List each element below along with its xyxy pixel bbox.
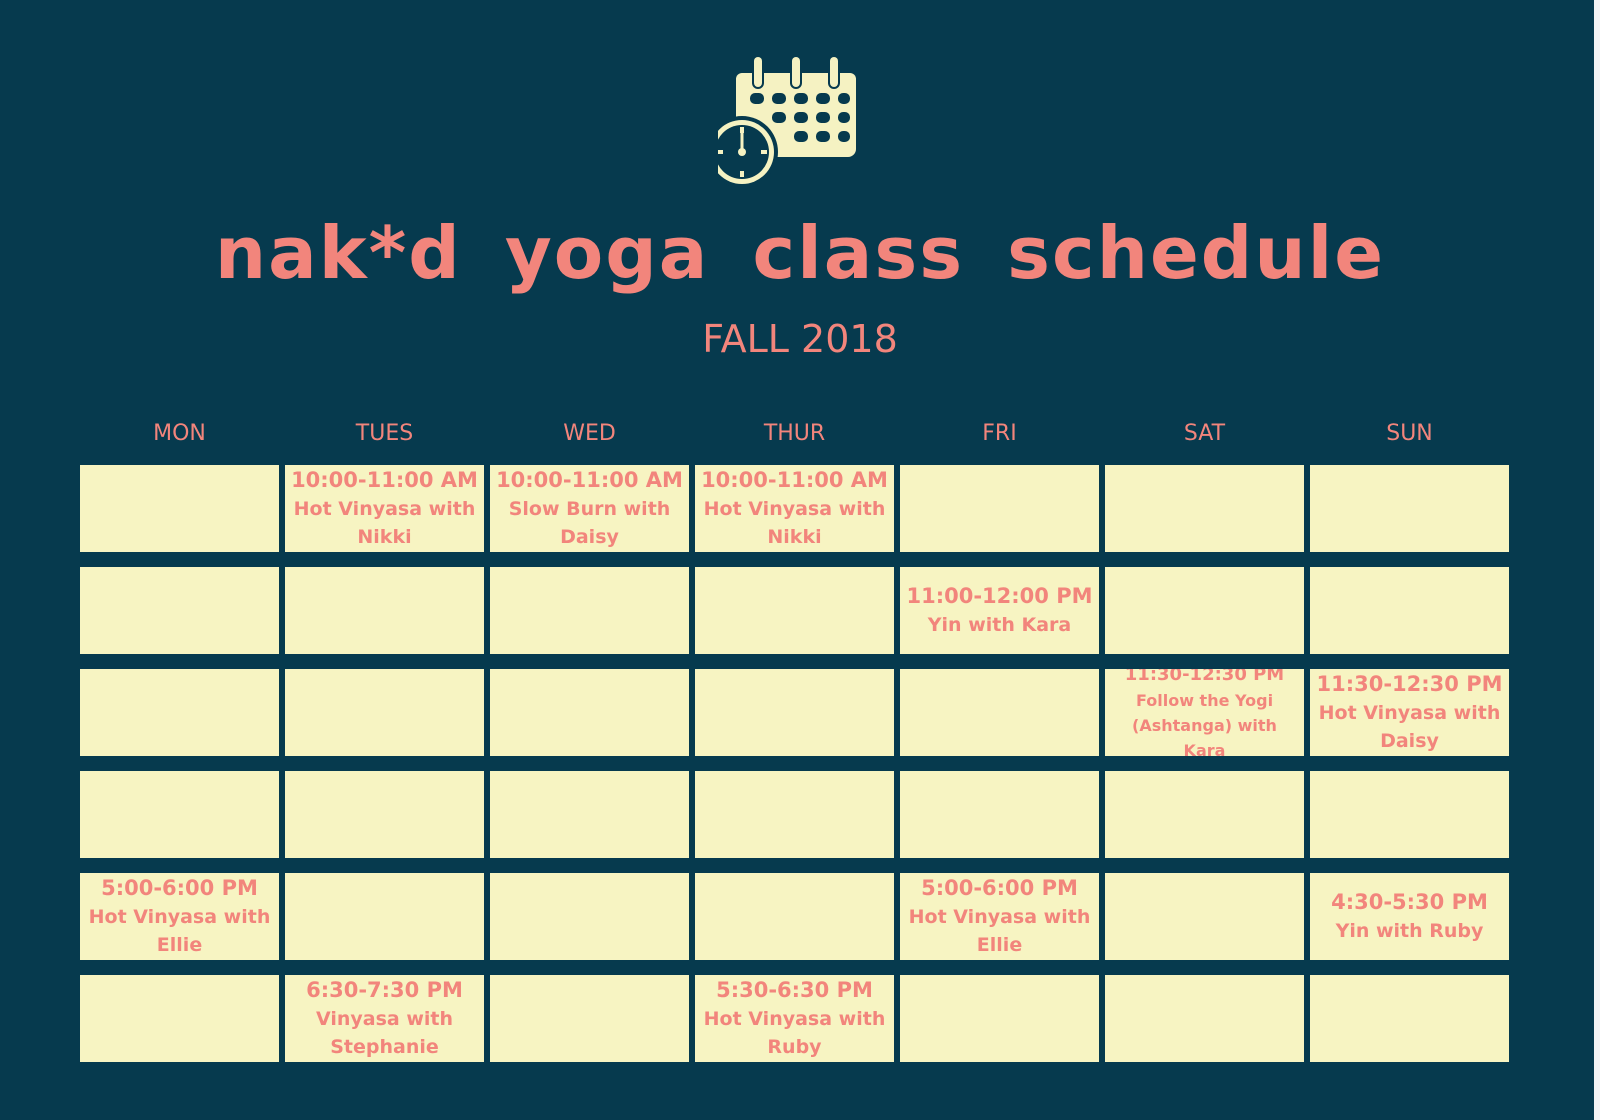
schedule-grid: 10:00-11:00 AM Hot Vinyasa with Nikki 10:0… [80, 465, 1509, 1062]
schedule-cell-mon-row-6 [80, 975, 279, 1062]
class-time: 4:30-5:30 PM [1331, 890, 1488, 914]
class-name: Hot Vinyasa with Nikki [293, 498, 476, 548]
class-time: 5:30-6:30 PM [716, 978, 873, 1002]
class-name: Hot Vinyasa with Daisy [1318, 702, 1501, 752]
day-header-mon: MON [153, 421, 206, 446]
class-name: Slow Burn with Daisy [508, 498, 671, 548]
class-name: Hot Vinyasa with Ellie [908, 906, 1091, 956]
schedule-cell-sun-row-2 [1310, 567, 1509, 654]
schedule-cell-mon-row-1 [80, 465, 279, 552]
schedule-cell-wed-row-3 [490, 669, 689, 756]
schedule-cell-wed-row-4 [490, 771, 689, 858]
schedule-cell-wed-row-6 [490, 975, 689, 1062]
schedule-cell-wed-row-2 [490, 567, 689, 654]
schedule-cell-sun-row-3: 11:30-12:30 PM Hot Vinyasa with Daisy [1310, 669, 1509, 756]
schedule-cell-sun-row-6 [1310, 975, 1509, 1062]
class-name: Follow the Yogi (Ashtanga) with Kara [1132, 691, 1277, 756]
class-name: Yin with Kara [927, 614, 1072, 636]
schedule-cell-tues-row-2 [285, 567, 484, 654]
schedule-cell-tues-row-1: 10:00-11:00 AM Hot Vinyasa with Nikki [285, 465, 484, 552]
schedule-cell-thur-row-1: 10:00-11:00 AM Hot Vinyasa with Nikki [695, 465, 894, 552]
class-time: 6:30-7:30 PM [306, 978, 463, 1002]
class-name: Hot Vinyasa with Ruby [703, 1008, 886, 1058]
class-time: 10:00-11:00 AM [701, 468, 888, 492]
schedule-cell-mon-row-4 [80, 771, 279, 858]
class-name: Vinyasa with Stephanie [315, 1008, 454, 1058]
schedule-cell-thur-row-6: 5:30-6:30 PM Hot Vinyasa with Ruby [695, 975, 894, 1062]
schedule-cell-sat-row-4 [1105, 771, 1304, 858]
schedule-cell-thur-row-3 [695, 669, 894, 756]
schedule-cell-sun-row-1 [1310, 465, 1509, 552]
page-subtitle: FALL 2018 [702, 317, 898, 361]
schedule-cell-fri-row-1 [900, 465, 1099, 552]
class-time: 5:00-6:00 PM [921, 876, 1078, 900]
schedule-cell-mon-row-2 [80, 567, 279, 654]
schedule-cell-sun-row-5: 4:30-5:30 PM Yin with Ruby [1310, 873, 1509, 960]
class-name: Yin with Ruby [1335, 920, 1484, 942]
schedule-cell-wed-row-5 [490, 873, 689, 960]
calendar-clock-icon [706, 55, 878, 195]
schedule-cell-sun-row-4 [1310, 771, 1509, 858]
schedule-cell-fri-row-6 [900, 975, 1099, 1062]
class-name: Hot Vinyasa with Nikki [703, 498, 886, 548]
page-title: nak*d yoga class schedule [214, 211, 1386, 295]
schedule-cell-thur-row-4 [695, 771, 894, 858]
day-header-thur: THUR [763, 421, 826, 446]
schedule-cell-tues-row-4 [285, 771, 484, 858]
day-header-sun: SUN [1386, 421, 1433, 446]
day-header-row: MON TUES WED THUR FRI SAT SUN [80, 418, 1514, 450]
class-name: Hot Vinyasa with Ellie [88, 906, 271, 956]
schedule-cell-tues-row-3 [285, 669, 484, 756]
schedule-cell-sat-row-3: 11:30-12:30 PM Follow the Yogi (Ashtanga)… [1105, 669, 1304, 756]
day-header-tues: TUES [355, 421, 414, 446]
schedule-cell-mon-row-3 [80, 669, 279, 756]
schedule-cell-thur-row-2 [695, 567, 894, 654]
page-edge [1594, 0, 1600, 1120]
class-time: 11:30-12:30 PM [1316, 672, 1503, 696]
schedule-cell-tues-row-6: 6:30-7:30 PM Vinyasa with Stephanie [285, 975, 484, 1062]
day-header-sat: SAT [1183, 421, 1226, 446]
day-header-wed: WED [563, 421, 616, 446]
schedule-cell-sat-row-1 [1105, 465, 1304, 552]
schedule-cell-sat-row-5 [1105, 873, 1304, 960]
schedule-cell-sat-row-6 [1105, 975, 1304, 1062]
schedule-cell-fri-row-5: 5:00-6:00 PM Hot Vinyasa with Ellie [900, 873, 1099, 960]
schedule-cell-fri-row-4 [900, 771, 1099, 858]
class-time: 11:00-12:00 PM [906, 584, 1093, 608]
day-header-fri: FRI [982, 421, 1017, 446]
schedule-cell-sat-row-2 [1105, 567, 1304, 654]
schedule-cell-thur-row-5 [695, 873, 894, 960]
class-time: 5:00-6:00 PM [101, 876, 258, 900]
schedule-cell-wed-row-1: 10:00-11:00 AM Slow Burn with Daisy [490, 465, 689, 552]
class-time: 10:00-11:00 AM [291, 468, 478, 492]
schedule-cell-fri-row-3 [900, 669, 1099, 756]
class-time: 10:00-11:00 AM [496, 468, 683, 492]
schedule-cell-mon-row-5: 5:00-6:00 PM Hot Vinyasa with Ellie [80, 873, 279, 960]
class-time: 11:30-12:30 PM [1124, 669, 1285, 685]
schedule-cell-fri-row-2: 11:00-12:00 PM Yin with Kara [900, 567, 1099, 654]
schedule-cell-tues-row-5 [285, 873, 484, 960]
